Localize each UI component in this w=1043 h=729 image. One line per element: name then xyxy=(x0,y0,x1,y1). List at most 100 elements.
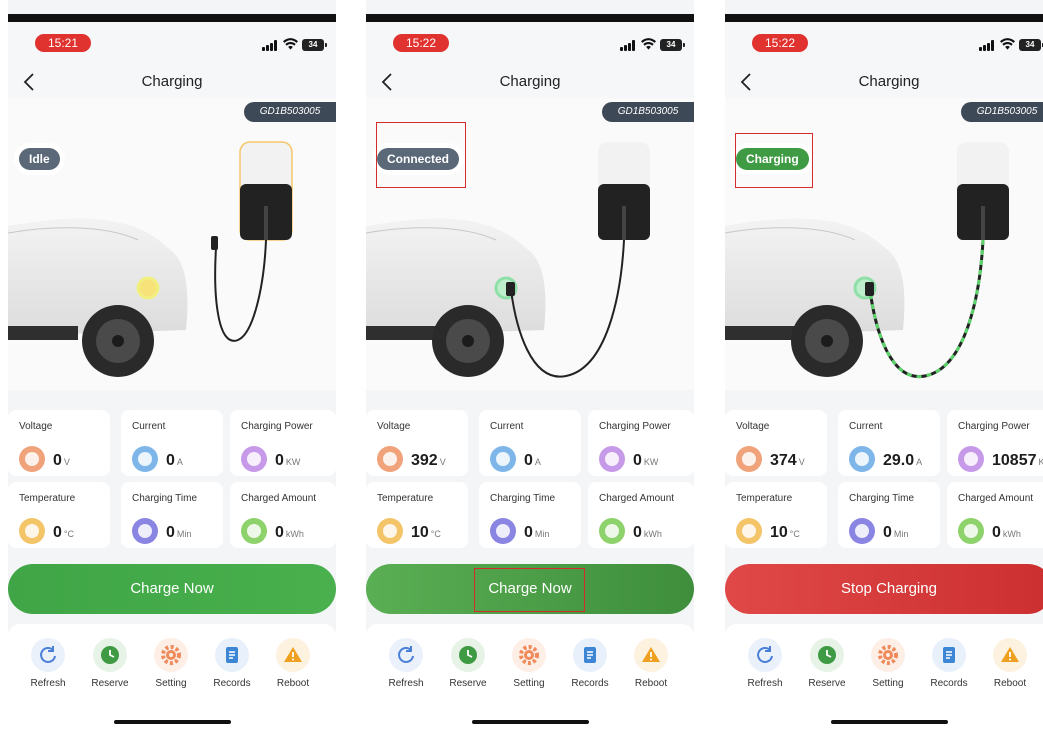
device-id-tag: GD1B503005 xyxy=(961,102,1043,122)
metric-value: 392 V xyxy=(411,452,446,469)
setting-button[interactable]: Setting xyxy=(145,638,197,698)
reboot-button[interactable]: Reboot xyxy=(267,638,319,698)
metric-value: 10 °C xyxy=(411,524,441,541)
metric-value: 0V xyxy=(53,452,70,469)
records-icon xyxy=(932,638,966,672)
gear-icon xyxy=(512,638,546,672)
phone-screen-idle: 15:21 34 Charging GD1B503005 Idle Voltag… xyxy=(8,0,336,729)
reserve-clock-icon xyxy=(451,638,485,672)
highlight-box xyxy=(376,122,466,188)
metric-label: Charging Time xyxy=(490,493,556,504)
refresh-button[interactable]: Refresh xyxy=(380,638,432,698)
metric-label: Temperature xyxy=(377,493,434,504)
status-time: 15:22 xyxy=(393,34,449,52)
bolt-icon xyxy=(599,518,625,544)
refresh-icon xyxy=(389,638,423,672)
metric-card-power: Charging Power 0 KW xyxy=(588,410,694,476)
metric-label: Temperature xyxy=(19,493,76,504)
highlight-box xyxy=(735,133,813,188)
metric-value: 0 KW xyxy=(633,452,659,469)
metric-value: 29.0 A xyxy=(883,452,923,469)
metric-label: Charged Amount xyxy=(241,493,317,504)
reserve-button[interactable]: Reserve xyxy=(801,638,853,698)
voltage-icon xyxy=(19,446,45,472)
gear-icon xyxy=(871,638,905,672)
status-bar: 15:22 34 xyxy=(725,22,1043,66)
metrics-grid: Voltage 392 V Current 0A Charging Power 0… xyxy=(366,402,694,550)
device-id-tag: GD1B503005 xyxy=(602,102,694,122)
charge-now-button[interactable]: Charge Now xyxy=(8,564,336,614)
reserve-button[interactable]: Reserve xyxy=(442,638,494,698)
warning-icon xyxy=(276,638,310,672)
status-time: 15:21 xyxy=(35,34,91,52)
voltage-icon xyxy=(736,446,762,472)
wifi-icon xyxy=(283,38,298,50)
status-bar: 15:22 34 xyxy=(366,22,694,66)
bottom-toolbar: Refresh Reserve Setting Records Reboot xyxy=(725,624,1043,729)
bottom-toolbar: Refresh Reserve Setting Records Reboot xyxy=(8,624,336,729)
nav-bar: Charging xyxy=(366,66,694,98)
page-title: Charging xyxy=(499,73,561,90)
charger-illustration: GD1B503005 Connected xyxy=(366,98,694,390)
records-button[interactable]: Records xyxy=(206,638,258,698)
records-button[interactable]: Records xyxy=(923,638,975,698)
battery-icon: 34 xyxy=(1019,39,1043,51)
metric-value: 0 Min xyxy=(166,524,192,541)
wifi-icon xyxy=(641,38,656,50)
page-title: Charging xyxy=(141,73,203,90)
nav-bar: Charging xyxy=(8,66,336,98)
metric-card-current: Current 29.0 A xyxy=(838,410,940,476)
metric-card-current: Current 0A xyxy=(121,410,223,476)
refresh-button[interactable]: Refresh xyxy=(22,638,74,698)
refresh-button[interactable]: Refresh xyxy=(739,638,791,698)
current-icon xyxy=(849,446,875,472)
metric-label: Current xyxy=(132,421,166,432)
metric-value: 0A xyxy=(524,452,541,469)
setting-button[interactable]: Setting xyxy=(503,638,555,698)
battery-icon: 34 xyxy=(302,39,327,51)
metric-label: Charging Time xyxy=(132,493,198,504)
home-indicator xyxy=(472,720,589,724)
metric-label: Voltage xyxy=(736,421,770,432)
metric-card-voltage: Voltage 392 V xyxy=(366,410,468,476)
metric-label: Charged Amount xyxy=(599,493,675,504)
metric-label: Current xyxy=(490,421,524,432)
metric-label: Voltage xyxy=(19,421,53,432)
metric-value: 0 kWh xyxy=(275,524,304,541)
metric-card-temperature: Temperature 10 °C xyxy=(725,482,827,548)
metric-card-current: Current 0A xyxy=(479,410,581,476)
bolt-icon xyxy=(241,518,267,544)
setting-button[interactable]: Setting xyxy=(862,638,914,698)
records-button[interactable]: Records xyxy=(564,638,616,698)
reboot-button[interactable]: Reboot xyxy=(625,638,677,698)
reserve-clock-icon xyxy=(93,638,127,672)
temperature-icon xyxy=(377,518,403,544)
signal-icon xyxy=(979,40,997,51)
stop-charging-button[interactable]: Stop Charging xyxy=(725,564,1043,614)
metric-label: Charging Power xyxy=(241,421,313,432)
metric-card-time: Charging Time 0 Min xyxy=(121,482,223,548)
metric-value: 0 Min xyxy=(883,524,909,541)
reserve-button[interactable]: Reserve xyxy=(84,638,136,698)
voltage-icon xyxy=(377,446,403,472)
top-bezel xyxy=(8,14,336,22)
reboot-button[interactable]: Reboot xyxy=(984,638,1036,698)
home-indicator xyxy=(831,720,948,724)
metric-label: Charging Power xyxy=(958,421,1030,432)
power-icon xyxy=(599,446,625,472)
records-icon xyxy=(215,638,249,672)
metric-value: 10 °C xyxy=(770,524,800,541)
top-bezel xyxy=(366,14,694,22)
current-icon xyxy=(490,446,516,472)
metric-value: 0 kWh xyxy=(992,524,1021,541)
car-and-charger-graphic xyxy=(8,141,293,377)
metrics-grid: Voltage 0V Current 0A Charging Power 0 KW… xyxy=(8,402,336,550)
metric-card-time: Charging Time 0 Min xyxy=(479,482,581,548)
refresh-icon xyxy=(31,638,65,672)
metric-value: 0 kWh xyxy=(633,524,662,541)
metrics-grid: Voltage 374 V Current 29.0 A Charging Powe… xyxy=(725,402,1043,550)
metric-card-voltage: Voltage 374 V xyxy=(725,410,827,476)
metric-label: Temperature xyxy=(736,493,793,504)
metric-card-amount: Charged Amount 0 kWh xyxy=(588,482,694,548)
phone-screen-charging: 15:22 34 Charging GD1B503005 Charging Vo… xyxy=(725,0,1043,729)
